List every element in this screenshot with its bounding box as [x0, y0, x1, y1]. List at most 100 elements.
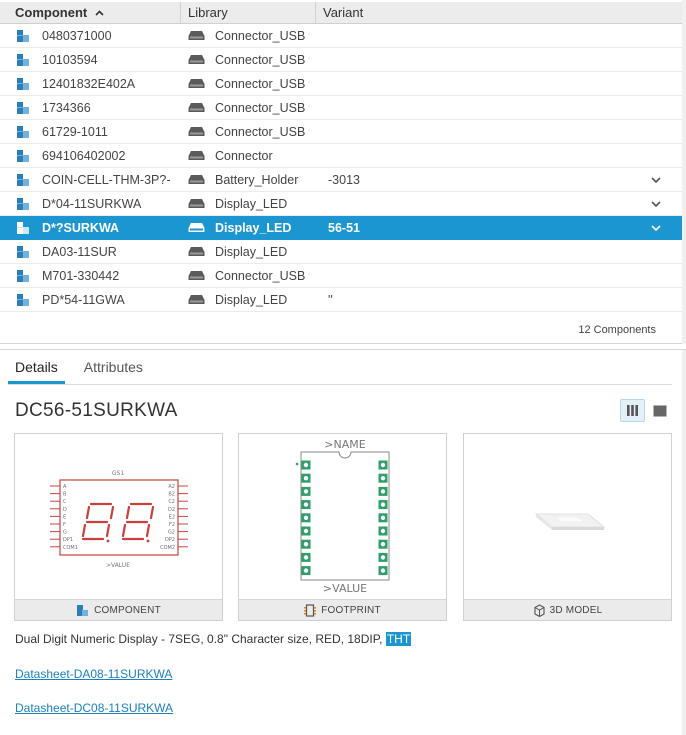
3d-model-image [534, 513, 606, 530]
library-name: Connector_USB [215, 100, 306, 115]
3d-model-card-footer: 3D MODEL [464, 599, 671, 620]
library-cell: Display_LED [181, 293, 321, 307]
table-row[interactable]: COIN-CELL-THM-3P?- Battery_Holder -3013 [0, 168, 682, 192]
library-icon [188, 175, 205, 184]
component-cell: DA03-11SUR [0, 245, 181, 259]
pin-label: A2 [168, 484, 175, 490]
pin-label: F [63, 522, 66, 528]
part-title: DC56-51SURKWA [15, 400, 178, 421]
library-icon [188, 295, 205, 304]
library-icon [188, 247, 205, 256]
scrollbar[interactable] [682, 0, 686, 344]
schematic-symbol-image: GS1 ABCDEFGDP1 COM1 A2 B2C2 D2E2 F2 G2DP2 COM2… [50, 470, 188, 569]
chevron-down-icon[interactable] [650, 174, 662, 186]
component-icon [17, 293, 29, 306]
table-row[interactable]: 12401832E402A Connector_USB [0, 72, 682, 96]
table-body: 0480371000 Connector_USB 10103594 Connector… [0, 24, 682, 312]
component-cell: D*04-11SURKWA [0, 197, 181, 211]
pin-label: DP2 [165, 537, 175, 543]
pin-label: COM1 [63, 545, 78, 551]
component-name: D*?SURKWA [42, 220, 120, 235]
grid-view-button[interactable] [620, 399, 645, 422]
footprint-preview-card[interactable]: >NAME >VALUE FOOTPRINT [238, 433, 447, 621]
component-cell: COIN-CELL-THM-3P?- [0, 173, 181, 187]
component-icon [17, 221, 29, 234]
library-cell: Connector_USB [181, 125, 321, 139]
library-cell: Display_LED [181, 221, 321, 235]
columns-icon [627, 405, 638, 416]
library-icon [188, 199, 205, 208]
component-count: 12 Components [578, 324, 656, 336]
table-row[interactable]: 1734366 Connector_USB [0, 96, 682, 120]
component-icon [17, 101, 29, 114]
component-cell: 61729-1011 [0, 125, 181, 139]
component-table: Component Library Variant 0480371000 Conn… [0, 0, 686, 344]
3d-model-preview-card[interactable]: 3D MODEL [463, 433, 672, 621]
table-row[interactable]: 0480371000 Connector_USB [0, 24, 682, 48]
cube-icon [534, 603, 545, 617]
table-row[interactable]: 694106402002 Connector [0, 144, 682, 168]
pin-label: C [63, 499, 67, 505]
footprint-card-footer: FOOTPRINT [239, 599, 446, 620]
single-view-button[interactable] [652, 399, 668, 422]
component-cell: 1734366 [0, 101, 181, 115]
pin-label: D [63, 507, 67, 513]
variant-cell: 56-51 [328, 220, 360, 235]
component-name: COIN-CELL-THM-3P?- [42, 172, 171, 187]
details-scrollbar[interactable] [682, 350, 686, 735]
column-header-library[interactable]: Library [181, 2, 316, 24]
component-icon [77, 604, 89, 616]
datasheet-link-2[interactable]: Datasheet-DC08-11SURKWA [15, 701, 173, 715]
table-row[interactable]: D*04-11SURKWA Display_LED [0, 192, 682, 216]
column-header-component[interactable]: Component [0, 2, 181, 24]
table-row[interactable]: D*?SURKWA Display_LED 56-51 [0, 216, 682, 240]
pin-label: B [63, 492, 67, 498]
component-cell: 0480371000 [0, 29, 181, 43]
tab-details[interactable]: Details [8, 354, 65, 384]
pin-label: G [63, 530, 67, 536]
library-icon [188, 79, 205, 88]
component-name: 10103594 [42, 52, 98, 67]
pin-label: DP1 [63, 537, 73, 543]
table-row[interactable]: M701-330442 Connector_USB [0, 264, 682, 288]
library-icon [188, 271, 205, 280]
component-cell: M701-330442 [0, 269, 181, 283]
library-name: Connector [215, 148, 273, 163]
table-row[interactable]: DA03-11SUR Display_LED [0, 240, 682, 264]
datasheet-link-1[interactable]: Datasheet-DA08-11SURKWA [15, 667, 172, 681]
variant-cell: -3013 [328, 172, 360, 187]
table-row[interactable]: PD*54-11GWA Display_LED '' [0, 288, 682, 312]
table-row[interactable]: 61729-1011 Connector_USB [0, 120, 682, 144]
chevron-down-icon[interactable] [650, 222, 662, 234]
library-name: Connector_USB [215, 268, 306, 283]
table-row[interactable]: 10103594 Connector_USB [0, 48, 682, 72]
component-cell: 12401832E402A [0, 77, 181, 91]
library-name: Display_LED [215, 244, 288, 259]
tab-attributes[interactable]: Attributes [77, 354, 150, 384]
details-tabs: Details Attributes [8, 354, 672, 385]
pin-label: G2 [168, 530, 175, 536]
footprint-icon [304, 603, 317, 617]
description-text: Dual Digit Numeric Display - 7SEG, 0.8" … [15, 632, 386, 646]
component-name: D*04-11SURKWA [42, 196, 142, 211]
square-icon [653, 405, 667, 416]
library-cell: Display_LED [181, 197, 321, 211]
component-name: 1734366 [42, 100, 91, 115]
library-icon [188, 55, 205, 64]
library-name: Display_LED [215, 220, 292, 235]
library-name: Connector_USB [215, 28, 306, 43]
chevron-down-icon[interactable] [650, 198, 662, 210]
schematic-value-label: >VALUE [106, 562, 130, 569]
component-icon [17, 53, 29, 66]
pin-label: COM2 [160, 545, 175, 551]
column-header-variant[interactable]: Variant [316, 2, 682, 24]
component-card-footer: COMPONENT [15, 599, 222, 620]
component-name: DA03-11SUR [42, 244, 117, 259]
library-icon [188, 31, 205, 40]
footprint-card-label: FOOTPRINT [321, 604, 381, 616]
description-highlight: THT [385, 632, 412, 646]
component-name: 0480371000 [42, 28, 112, 43]
component-preview-card[interactable]: GS1 A B C D E F G DP1 COM1 A2 B2 C2 D2 E2 F2 G2 DP2 COM2… [14, 433, 223, 621]
library-cell: Connector_USB [181, 53, 321, 67]
footprint-image: >NAME >VALUE [295, 438, 390, 595]
